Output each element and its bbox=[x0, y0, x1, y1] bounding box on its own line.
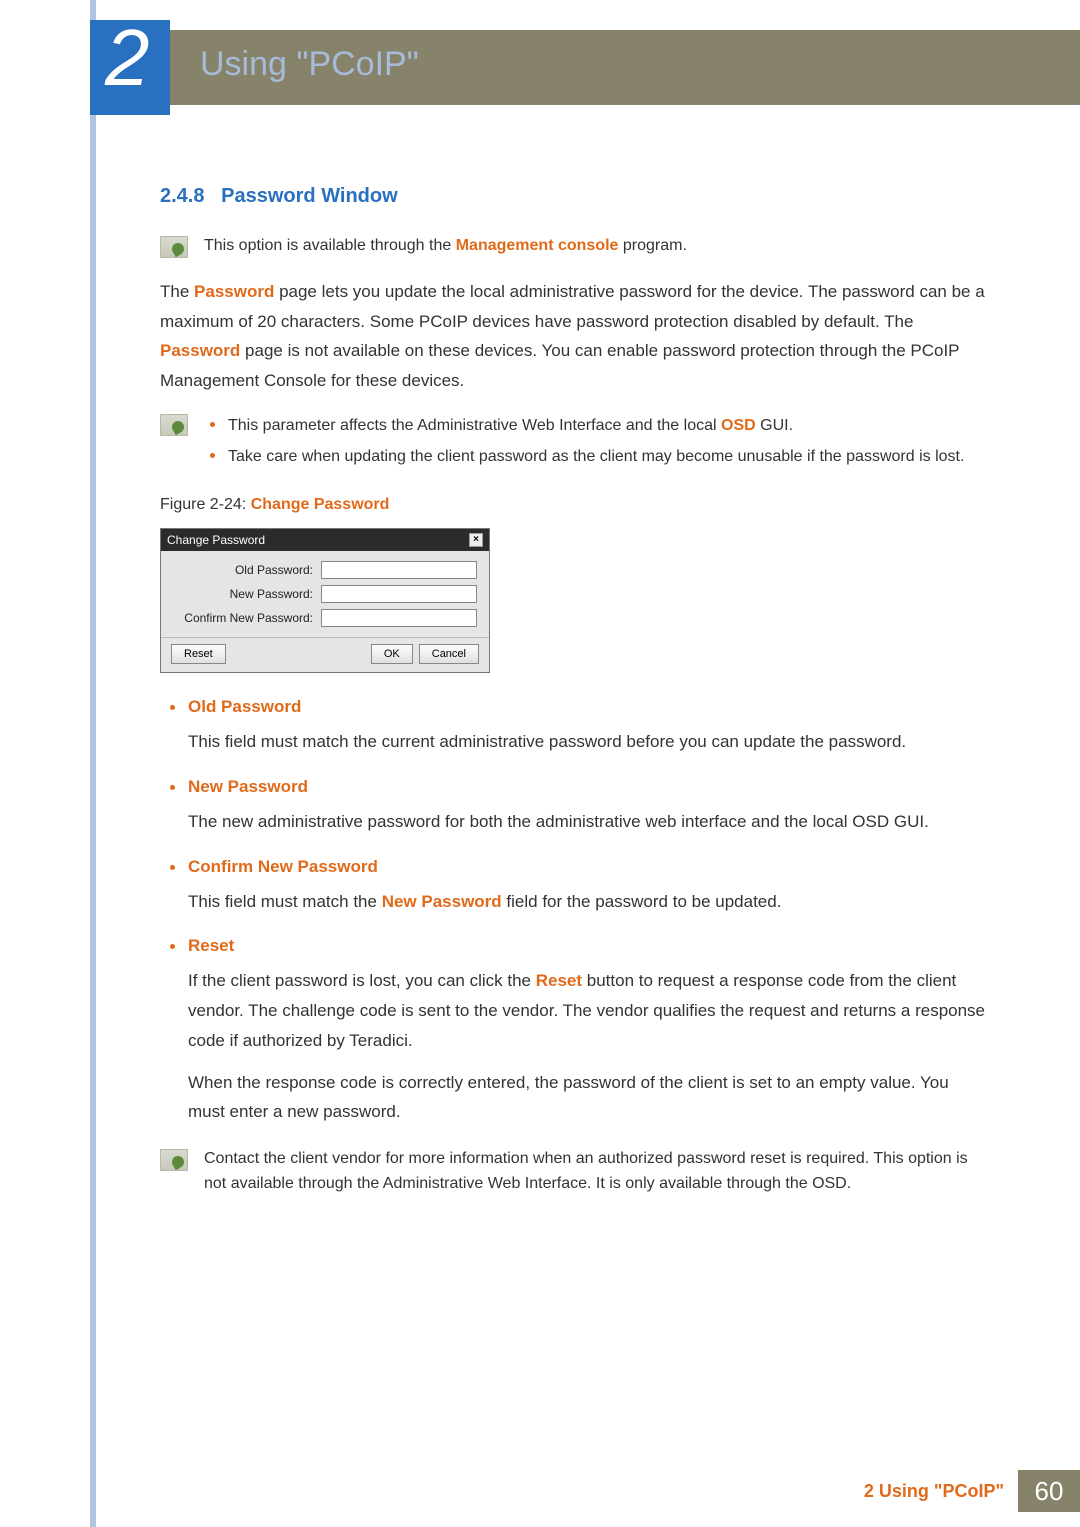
left-stripe bbox=[90, 0, 96, 1527]
figure-caption: Figure 2-24: Change Password bbox=[160, 496, 985, 514]
ok-button[interactable]: OK bbox=[371, 644, 413, 664]
section-heading: 2.4.8 Password Window bbox=[160, 185, 985, 208]
new-password-label: New Password: bbox=[173, 587, 313, 601]
cancel-button[interactable]: Cancel bbox=[419, 644, 479, 664]
note-icon bbox=[160, 236, 188, 258]
confirm-password-label: Confirm New Password: bbox=[173, 611, 313, 625]
note3-text: Contact the client vendor for more infor… bbox=[204, 1147, 985, 1197]
reset-button[interactable]: Reset bbox=[171, 644, 226, 664]
def-confirm-new-password: Confirm New Password This field must mat… bbox=[160, 857, 985, 917]
note2-item2: Take care when updating the client passw… bbox=[204, 443, 985, 470]
dialog-titlebar: Change Password × bbox=[161, 529, 489, 551]
footer-text: 2 Using "PCoIP" bbox=[864, 1481, 1004, 1502]
note-text: This option is available through the Man… bbox=[204, 234, 687, 259]
new-password-input[interactable] bbox=[321, 585, 477, 603]
def-old-password: Old Password This field must match the c… bbox=[160, 697, 985, 757]
close-icon[interactable]: × bbox=[469, 533, 483, 547]
def-new-password: New Password The new administrative pass… bbox=[160, 777, 985, 837]
old-password-input[interactable] bbox=[321, 561, 477, 579]
note1-suffix: program. bbox=[618, 237, 686, 254]
old-password-label: Old Password: bbox=[173, 563, 313, 577]
def-reset: Reset If the client password is lost, yo… bbox=[160, 936, 985, 1127]
change-password-dialog: Change Password × Old Password: New Pass… bbox=[160, 528, 490, 673]
section-number: 2.4.8 bbox=[160, 185, 204, 207]
footer: 2 Using "PCoIP" 60 bbox=[864, 1470, 1080, 1512]
note1-highlight: Management console bbox=[456, 237, 619, 254]
chapter-title: Using "PCoIP" bbox=[200, 45, 419, 84]
note2-item1: This parameter affects the Administrativ… bbox=[204, 412, 985, 439]
page-number: 60 bbox=[1018, 1470, 1080, 1512]
confirm-password-input[interactable] bbox=[321, 609, 477, 627]
section-title: Password Window bbox=[221, 185, 398, 207]
chapter-number: 2 bbox=[105, 12, 150, 104]
note1-prefix: This option is available through the bbox=[204, 237, 456, 254]
note-icon bbox=[160, 1149, 188, 1171]
body-paragraph-1: The Password page lets you update the lo… bbox=[160, 277, 985, 396]
note-icon bbox=[160, 414, 188, 436]
dialog-title: Change Password bbox=[167, 533, 265, 547]
